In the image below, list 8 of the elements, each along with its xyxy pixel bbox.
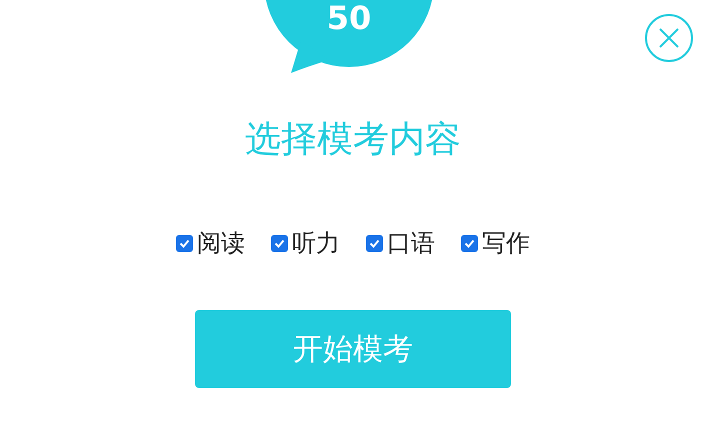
option-checkbox[interactable]: 听力 <box>271 228 340 258</box>
dialog-title: 选择模考内容 <box>245 118 461 162</box>
option-checkbox[interactable]: 写作 <box>461 228 530 258</box>
option-checkbox[interactable]: 口语 <box>366 228 435 258</box>
close-icon <box>658 27 680 49</box>
badge-number: 50 <box>326 0 372 38</box>
option-checkbox[interactable]: 阅读 <box>176 228 245 258</box>
close-button[interactable] <box>645 14 693 62</box>
